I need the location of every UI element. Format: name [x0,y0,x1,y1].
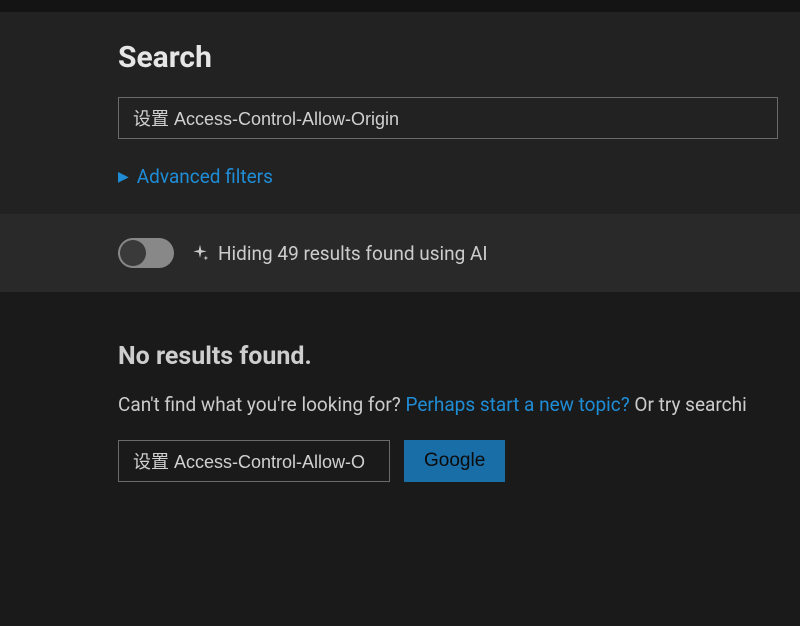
search-input[interactable] [118,97,778,139]
search-section: Search ▶ Advanced filters [0,12,800,214]
ai-filter-toggle[interactable] [118,238,174,268]
ai-filter-section: Hiding 49 results found using AI [0,214,800,292]
ai-filter-text: Hiding 49 results found using AI [218,242,488,265]
ai-filter-text-wrap: Hiding 49 results found using AI [190,242,488,265]
triangle-right-icon: ▶ [118,169,129,185]
google-search-button[interactable]: Google [404,440,505,482]
help-text: Can't find what you're looking for? Perh… [118,393,800,416]
advanced-filters-label: Advanced filters [137,165,273,188]
no-results-heading: No results found. [118,342,800,371]
help-prefix: Can't find what you're looking for? [118,393,405,416]
results-section: No results found. Can't find what you're… [0,292,800,482]
external-search-input[interactable] [118,440,390,482]
advanced-filters-toggle[interactable]: ▶ Advanced filters [118,165,273,188]
top-strip [0,0,800,12]
search-title: Search [118,40,800,75]
help-suffix: Or try searchi [630,393,747,416]
external-search-row: Google [118,440,800,482]
sparkle-icon [190,243,210,263]
toggle-knob [120,240,146,266]
new-topic-link[interactable]: Perhaps start a new topic? [405,393,629,416]
